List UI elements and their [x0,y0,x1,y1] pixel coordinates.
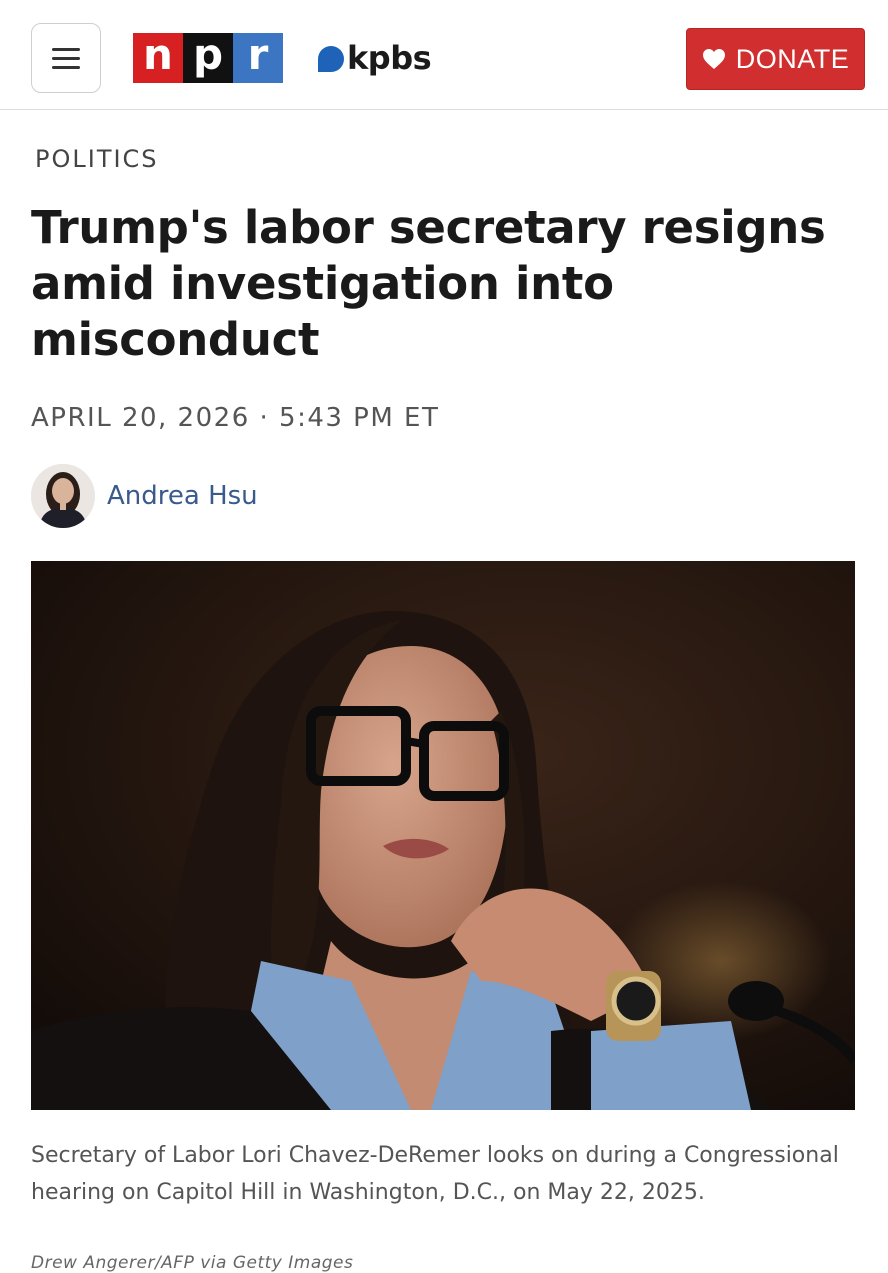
article-photo[interactable] [31,561,855,1110]
photo-caption: Secretary of Labor Lori Chavez-DeRemer l… [31,1143,839,1205]
author-name[interactable]: Andrea Hsu [107,481,258,511]
menu-button[interactable] [31,23,101,93]
npr-logo-n: n [133,33,183,83]
hamburger-icon [52,47,80,51]
npr-logo[interactable]: n p r [133,33,283,83]
donate-button[interactable]: DONATE [686,28,865,90]
heart-icon [702,49,725,69]
npr-logo-r: r [233,33,283,83]
station-name: kpbs [347,39,432,77]
station-logo[interactable]: kpbs [318,38,432,78]
byline[interactable]: Andrea Hsu [31,464,258,528]
kpbs-dot-icon [318,46,344,72]
article-headline: Trump's labor secretary resigns amid inv… [31,201,826,366]
section-label[interactable]: POLITICS [35,145,159,173]
site-header: n p r kpbs DONATE [0,0,888,110]
author-avatar[interactable] [31,464,95,528]
photo-credit: Drew Angerer/AFP via Getty Images [31,1253,354,1273]
npr-logo-p: p [183,33,233,83]
article-dateline: APRIL 20, 2026 · 5:43 PM ET [31,403,440,433]
donate-label: DONATE [735,43,850,74]
